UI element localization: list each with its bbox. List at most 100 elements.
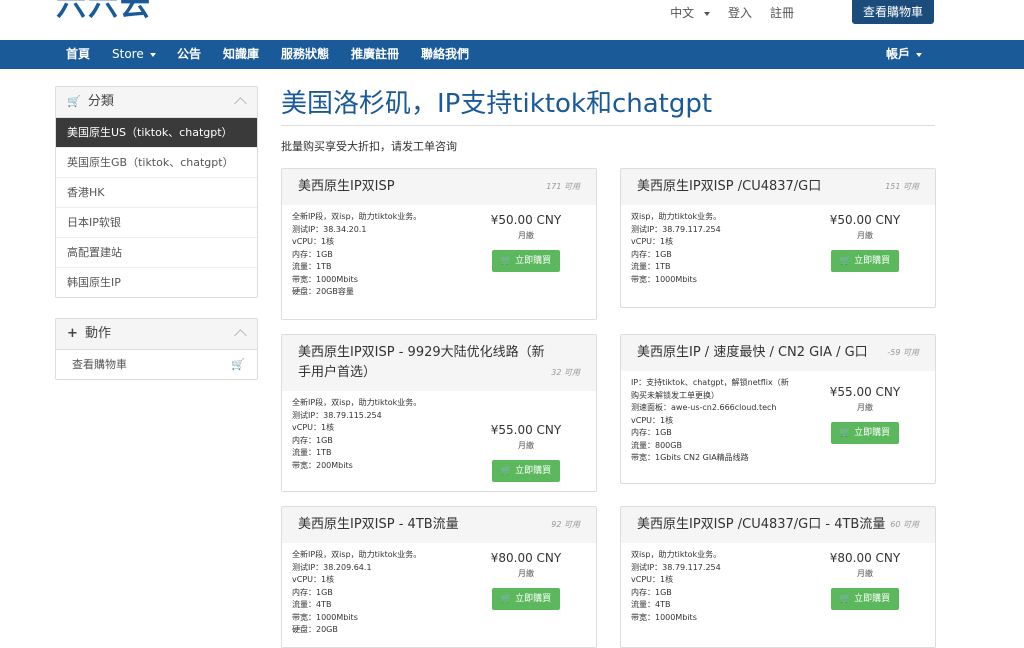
billing-cycle: 月繳 <box>857 403 873 412</box>
order-now-label: 立即購買 <box>515 466 552 476</box>
categories-panel: 🛒 分類 美国原生US（tiktok、chatgpt） 英国原生GB（tikto… <box>55 86 258 298</box>
price-block: ¥55.00 CNY 月繳 🛒 立即購買 <box>825 385 905 444</box>
order-now-button[interactable]: 🛒 立即購買 <box>831 588 899 610</box>
product-spec-line: 硬盘：20GB <box>292 625 338 634</box>
product-name: 美西原生IP双ISP - 4TB流量 <box>298 517 459 532</box>
price-block: ¥50.00 CNY 月繳 🛒 立即購買 <box>825 213 905 272</box>
product-card: 美西原生IP双ISP /CU4837/G口 - 4TB流量 60 可用 双isp… <box>620 506 936 648</box>
product-name: 美西原生IP / 速度最快 / CN2 GIA / G口 <box>637 345 868 360</box>
sidebar-view-cart[interactable]: 查看購物車 🛒 <box>56 350 257 379</box>
product-name: 美西原生IP双ISP /CU4837/G口 - 4TB流量 <box>637 517 886 532</box>
stock-qty: -59 可用 <box>887 348 919 357</box>
categories-header[interactable]: 🛒 分類 <box>56 87 257 118</box>
chevron-up-icon <box>234 97 247 110</box>
nav-account-label: 帳戶 <box>886 47 911 61</box>
cart-icon: 🛒 <box>839 428 852 438</box>
sidebar-item-gb[interactable]: 英国原生GB（tiktok、chatgpt） <box>56 148 257 178</box>
view-cart-button[interactable]: 查看購物車 <box>851 0 934 24</box>
price-amount: ¥80.00 CNY <box>829 551 901 565</box>
product-card-header: 美西原生IP双ISP 171 可用 <box>282 169 596 205</box>
order-now-button[interactable]: 🛒 立即購買 <box>492 250 560 272</box>
billing-cycle: 月繳 <box>518 569 534 578</box>
billing-cycle: 月繳 <box>857 569 873 578</box>
price-amount: ¥80.00 CNY <box>490 551 562 565</box>
price-amount: ¥55.00 CNY <box>490 423 562 437</box>
billing-cycle: 月繳 <box>518 441 534 450</box>
order-now-button[interactable]: 🛒 立即購買 <box>492 460 560 482</box>
product-card-header: 美西原生IP双ISP /CU4837/G口 151 可用 <box>621 169 935 205</box>
chevron-down-icon <box>916 52 923 57</box>
product-spec-line: 全新IP段，双isp，助力tiktok业务。 <box>292 398 422 407</box>
sidebar-item-high-config[interactable]: 高配置建站 <box>56 238 257 268</box>
stock-qty: 32 可用 <box>551 368 580 377</box>
product-card-header: 美西原生IP双ISP /CU4837/G口 - 4TB流量 60 可用 <box>621 507 935 543</box>
product-card-header: 美西原生IP双ISP - 4TB流量 92 可用 <box>282 507 596 543</box>
categories-title: 分類 <box>87 94 114 109</box>
nav-service-status[interactable]: 服務狀態 <box>281 40 329 69</box>
order-now-button[interactable]: 🛒 立即購買 <box>492 588 560 610</box>
actions-panel: + 動作 查看購物車 🛒 <box>55 318 258 380</box>
price-block: ¥80.00 CNY 月繳 🛒 立即購買 <box>486 551 566 610</box>
nav-announcements[interactable]: 公告 <box>177 40 201 69</box>
price-amount: ¥55.00 CNY <box>829 385 901 399</box>
view-cart-label: 查看購物車 <box>72 358 127 371</box>
sidebar-item-hk[interactable]: 香港HK <box>56 178 257 208</box>
order-now-button[interactable]: 🛒 立即購買 <box>831 422 899 444</box>
nav-store-label: Store <box>112 47 144 61</box>
product-card: 美西原生IP / 速度最快 / CN2 GIA / G口 -59 可用 IP：支… <box>620 334 936 484</box>
order-now-label: 立即購買 <box>515 256 552 266</box>
product-card-body: IP：支持tiktok、chatgpt，解锁netflix（新 购买未解锁发工单更… <box>621 371 935 471</box>
sidebar-item-jp[interactable]: 日本IP软银 <box>56 208 257 238</box>
chevron-up-icon <box>234 329 247 342</box>
main-navbar: 首頁 Store 公告 知識庫 服務狀態 推廣註冊 聯絡我們 帳戶 <box>0 40 1024 69</box>
page-subtitle: 批量购买享受大折扣，请发工单咨询 <box>281 140 457 153</box>
product-card: 美西原生IP双ISP - 4TB流量 92 可用 全新IP段，双isp，助力ti… <box>281 506 597 648</box>
price-block: ¥80.00 CNY 月繳 🛒 立即購買 <box>825 551 905 610</box>
product-card: 美西原生IP双ISP 171 可用 全新IP段，双isp，助力tiktok业务。… <box>281 168 597 320</box>
actions-title: 動作 <box>85 326 112 341</box>
product-spec-line: 测试IP：38.79.115.254 <box>292 410 382 420</box>
nav-account[interactable]: 帳戶 <box>886 40 923 69</box>
order-now-button[interactable]: 🛒 立即購買 <box>831 250 899 272</box>
cart-icon: 🛒 <box>231 358 245 371</box>
nav-knowledgebase[interactable]: 知識庫 <box>223 40 259 69</box>
product-spec-line: 带宽：1000Mbits <box>631 274 697 284</box>
nav-affiliates[interactable]: 推廣註冊 <box>351 40 399 69</box>
actions-header[interactable]: + 動作 <box>56 319 257 350</box>
chevron-down-icon <box>703 11 710 16</box>
register-link[interactable]: 註冊 <box>770 4 794 21</box>
nav-contact[interactable]: 聯絡我們 <box>421 40 469 69</box>
billing-cycle: 月繳 <box>857 231 873 240</box>
site-logo[interactable]: 六六云 <box>56 0 152 26</box>
sidebar-item-kr[interactable]: 韩国原生IP <box>56 268 257 297</box>
chevron-down-icon <box>149 52 156 57</box>
price-block: ¥50.00 CNY 月繳 🛒 立即購買 <box>486 213 566 272</box>
cart-icon: 🛒 <box>67 95 81 108</box>
product-card-body: 双isp，助力tiktok业务。 测试IP：38.79.117.254 vCPU：1… <box>621 543 935 630</box>
product-name: 美西原生IP双ISP <box>298 179 395 194</box>
product-name: 美西原生IP双ISP - 9929大陆优化线路（新手用户首选） <box>298 345 545 380</box>
product-spec-line: 带宽：1000Mbits <box>292 612 358 622</box>
product-spec-line: 带宽：1Gbits CN2 GIA精品线路 <box>631 453 749 462</box>
login-link[interactable]: 登入 <box>728 4 752 21</box>
product-card-body: 全新IP段，双isp，助力tiktok业务。 测试IP：38.79.115.254… <box>282 391 596 482</box>
order-now-label: 立即購買 <box>854 594 891 604</box>
nav-store[interactable]: Store <box>112 40 156 69</box>
language-label: 中文 <box>670 6 695 20</box>
cart-icon: 🛒 <box>839 594 852 604</box>
product-card-header: 美西原生IP / 速度最快 / CN2 GIA / G口 -59 可用 <box>621 335 935 371</box>
cart-icon: 🛒 <box>500 256 513 266</box>
product-card-body: 全新IP段，双isp，助力tiktok业务。 测试IP：38.34.20.1 vCP… <box>282 205 596 305</box>
product-spec-line: 带宽：1000Mbits <box>631 612 697 622</box>
nav-home[interactable]: 首頁 <box>66 40 90 69</box>
price-block: ¥55.00 CNY 月繳 🛒 立即購買 <box>486 423 566 482</box>
product-card-body: 双isp，助力tiktok业务。 测试IP：38.79.117.254 vCPU：1… <box>621 205 935 292</box>
page-title: 美国洛杉矶，IP支持tiktok和chatgpt <box>281 89 713 119</box>
stock-qty: 171 可用 <box>546 182 580 191</box>
sidebar-item-us[interactable]: 美国原生US（tiktok、chatgpt） <box>56 118 257 148</box>
order-now-label: 立即購買 <box>515 594 552 604</box>
product-name: 美西原生IP双ISP /CU4837/G口 <box>637 179 822 194</box>
price-amount: ¥50.00 CNY <box>829 213 901 227</box>
language-selector[interactable]: 中文 <box>670 4 710 21</box>
product-card-header: 美西原生IP双ISP - 9929大陆优化线路（新手用户首选） 32 可用 <box>282 335 596 391</box>
